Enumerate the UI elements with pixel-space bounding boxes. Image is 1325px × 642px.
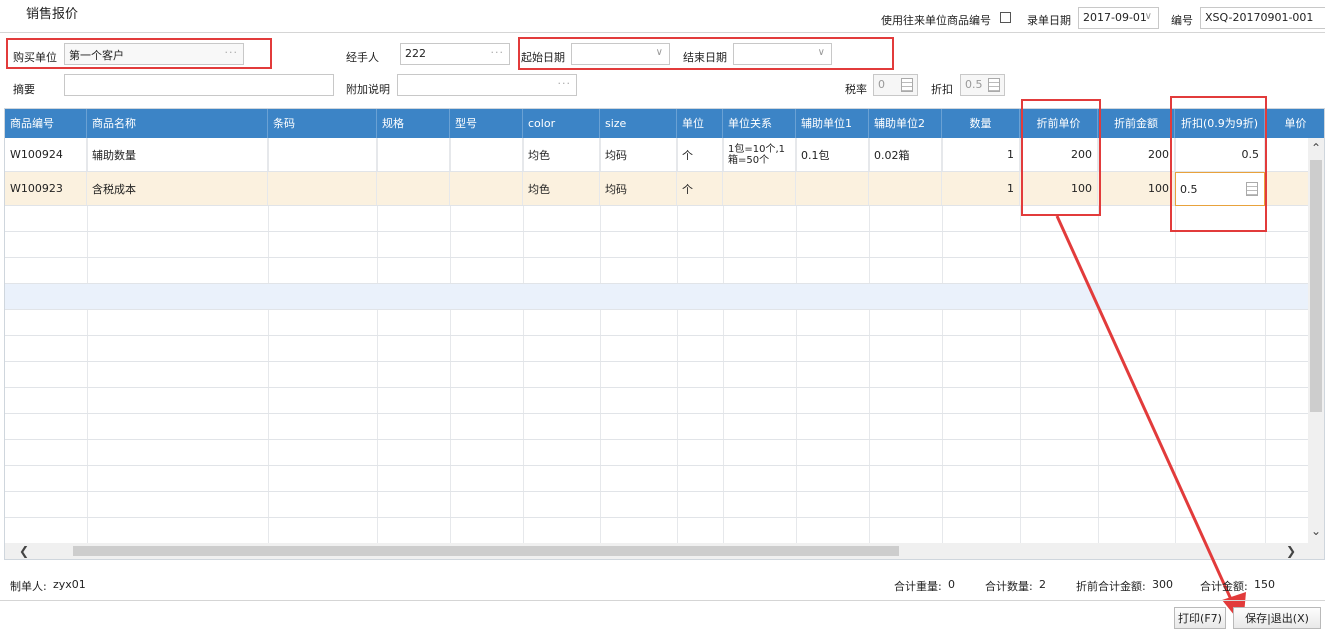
- total-amount-value: 150: [1254, 578, 1275, 591]
- pre-total-amount-value: 300: [1152, 578, 1173, 591]
- pre-total-amount-label: 折前合计金额:: [1076, 580, 1146, 593]
- total-weight-label: 合计重量:: [894, 580, 942, 593]
- maker-value: zyx01: [53, 578, 86, 591]
- print-button[interactable]: 打印(F7): [1174, 607, 1226, 629]
- total-qty-value: 2: [1039, 578, 1046, 591]
- total-qty-label: 合计数量:: [985, 580, 1033, 593]
- annotation-arrow: [1055, 215, 1246, 626]
- total-weight-value: 0: [948, 578, 955, 591]
- maker-label: 制单人:: [10, 580, 47, 593]
- total-amount-label: 合计金额:: [1200, 580, 1248, 593]
- save-exit-button[interactable]: 保存|退出(X): [1233, 607, 1321, 629]
- divider: [0, 600, 1325, 601]
